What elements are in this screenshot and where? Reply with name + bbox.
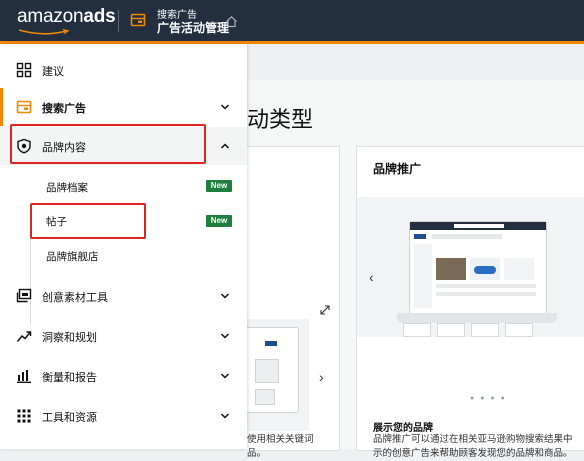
page-heading: 动类型 <box>247 107 314 132</box>
submenu-item-brand-store[interactable]: 品牌旗舰店 <box>46 249 99 264</box>
breadcrumb-current: 广告活动管理 <box>157 21 230 35</box>
card-image <box>357 197 584 337</box>
sidebar-item-label: 建议 <box>42 66 64 78</box>
top-bar: amazonads 搜索广告 广告活动管理 <box>0 0 584 41</box>
sidebar-item-tools-resources[interactable]: 工具和资源 <box>0 397 247 435</box>
campaign-icon <box>130 13 146 27</box>
nav-sidebar: 建议 搜索广告 品牌内容 品牌档案 New 帖子 New 品牌旗舰店 创意素材工… <box>0 44 247 449</box>
sidebar-item-creative-tools[interactable]: 创意素材工具 <box>0 277 247 315</box>
card-title: 品牌推广 <box>373 162 422 176</box>
chevron-down-icon <box>220 293 230 299</box>
trend-icon <box>16 331 32 342</box>
sidebar-item-label: 创意素材工具 <box>42 292 108 304</box>
apps-grid-icon <box>17 409 31 423</box>
chevron-down-icon <box>220 333 230 339</box>
sidebar-item-recommendations[interactable]: 建议 <box>0 51 247 89</box>
sidebar-item-label: 搜索广告 <box>42 103 86 115</box>
submenu-item-brand-profile[interactable]: 品牌档案 <box>46 180 88 195</box>
highlight-posts <box>30 203 146 239</box>
campaign-icon <box>16 100 32 114</box>
card-image <box>243 319 309 431</box>
card-description: 使用相关关键词 品。 <box>247 434 314 459</box>
header-divider <box>118 10 119 32</box>
main-content: 动类型 › 使用相关关键词 品。 品牌推广 ‹ ● ● ● ● 展示您的品牌 品… <box>243 44 584 459</box>
next-arrow-icon[interactable]: › <box>319 369 324 385</box>
chevron-down-icon <box>220 373 230 379</box>
chevron-down-icon <box>220 413 230 419</box>
home-icon[interactable] <box>225 15 238 28</box>
new-badge: New <box>206 215 232 227</box>
highlight-brand-content <box>10 124 206 164</box>
logo-smile-icon <box>18 29 70 35</box>
sidebar-item-label: 工具和资源 <box>42 412 97 424</box>
sponsored-products-card[interactable]: › 使用相关关键词 品。 <box>243 146 340 459</box>
sidebar-item-measurement-reporting[interactable]: 衡量和报告 <box>0 357 247 395</box>
chevron-up-icon <box>220 143 230 149</box>
carousel-dots[interactable]: ● ● ● ● <box>470 395 507 402</box>
content-toolbar <box>247 44 584 80</box>
bar-chart-icon <box>17 370 31 384</box>
prev-arrow-icon[interactable]: ‹ <box>369 269 374 285</box>
sidebar-item-label: 洞察和规划 <box>42 332 97 344</box>
expand-icon[interactable] <box>320 305 330 315</box>
sidebar-item-search-ads[interactable]: 搜索广告 <box>0 88 250 126</box>
sidebar-item-insights-planning[interactable]: 洞察和规划 <box>0 317 247 355</box>
sponsored-brands-card[interactable]: 品牌推广 ‹ ● ● ● ● 展示您的品牌 品牌推广可以通过在相关亚马逊购物搜索… <box>356 146 584 459</box>
amazon-ads-logo[interactable]: amazonads <box>17 6 116 28</box>
image-icon <box>16 288 32 303</box>
dashboard-grid-icon <box>16 62 32 78</box>
sidebar-item-label: 衡量和报告 <box>42 372 97 384</box>
card-description: 品牌推广可以通过在相关亚马逊购物搜索结果中 示的创意广告来帮助顾客发现您的品牌和商… <box>373 434 573 459</box>
card-subtitle: 展示您的品牌 <box>373 423 433 434</box>
chevron-down-icon <box>220 104 230 110</box>
new-badge: New <box>206 180 232 192</box>
